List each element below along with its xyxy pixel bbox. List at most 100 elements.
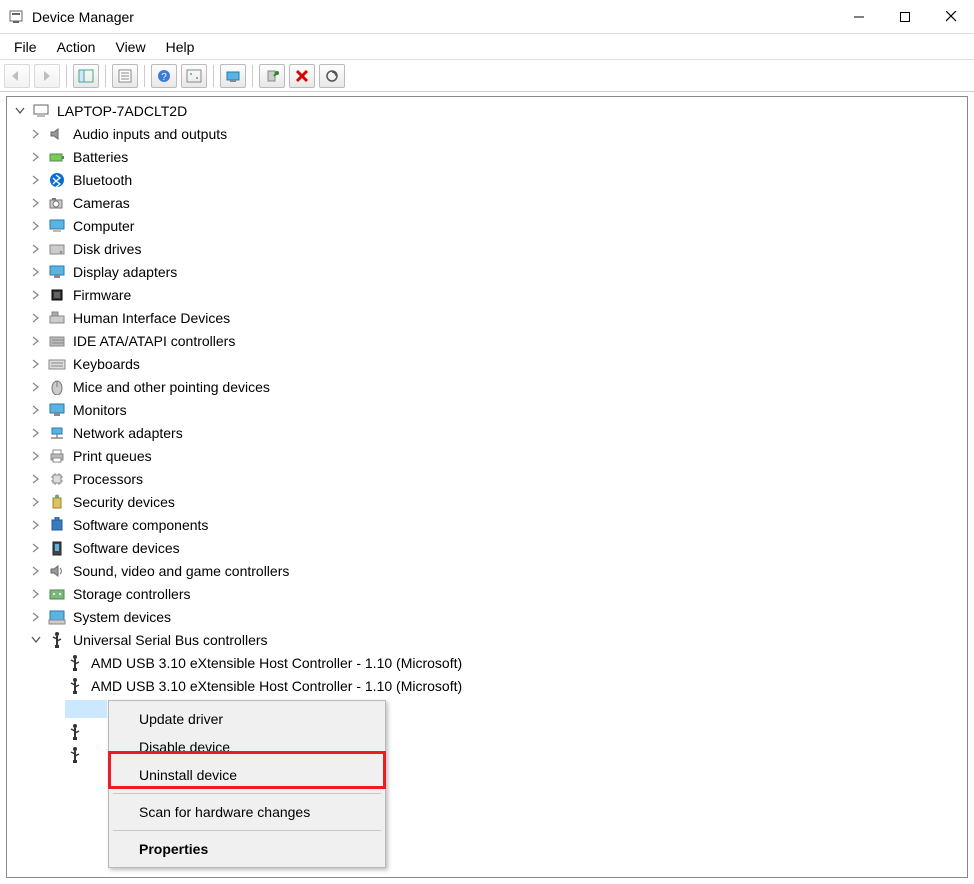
display-icon [47, 263, 67, 281]
expander-icon[interactable] [29, 219, 43, 233]
scan-hardware-button[interactable] [319, 64, 345, 88]
menubar: File Action View Help [0, 34, 974, 60]
tree-category[interactable]: Storage controllers [7, 582, 967, 605]
tree-category[interactable]: Cameras [7, 191, 967, 214]
tree-category[interactable]: IDE ATA/ATAPI controllers [7, 329, 967, 352]
expander-icon[interactable] [29, 311, 43, 325]
menu-view[interactable]: View [105, 37, 155, 57]
tree-root[interactable]: LAPTOP-7ADCLT2D [7, 99, 967, 122]
back-button[interactable] [4, 64, 30, 88]
expander-icon[interactable] [29, 242, 43, 256]
device-tree[interactable]: LAPTOP-7ADCLT2D Audio inputs and outputs… [7, 97, 967, 766]
tree-category-label: Bluetooth [73, 172, 132, 188]
tree-category[interactable]: Software components [7, 513, 967, 536]
expander-icon[interactable] [29, 518, 43, 532]
usb-icon [65, 723, 85, 741]
expander-icon[interactable] [29, 150, 43, 164]
expander-icon[interactable] [29, 288, 43, 302]
tree-category-label: System devices [73, 609, 171, 625]
tree-category[interactable]: Disk drives [7, 237, 967, 260]
expander-icon[interactable] [29, 357, 43, 371]
disk-icon [47, 240, 67, 258]
tree-device[interactable]: AMD USB 3.10 eXtensible Host Controller … [7, 674, 967, 697]
tree-category-label: Sound, video and game controllers [73, 563, 289, 579]
toolbar-divider [66, 65, 67, 87]
expander-icon[interactable] [29, 196, 43, 210]
toolbar-divider [144, 65, 145, 87]
tree-category[interactable]: Firmware [7, 283, 967, 306]
tree-category[interactable]: Display adapters [7, 260, 967, 283]
tree-device[interactable]: AMD USB 3.10 eXtensible Host Controller … [7, 651, 967, 674]
maximize-button[interactable] [882, 0, 928, 33]
ctx-properties[interactable]: Properties [111, 835, 383, 863]
firmware-icon [47, 286, 67, 304]
tree-category[interactable]: Security devices [7, 490, 967, 513]
expander-icon[interactable] [29, 541, 43, 555]
expander-icon[interactable] [29, 173, 43, 187]
minimize-button[interactable] [836, 0, 882, 33]
toolbar-divider [213, 65, 214, 87]
tree-category[interactable]: Network adapters [7, 421, 967, 444]
menu-action[interactable]: Action [47, 37, 106, 57]
tree-device-label: AMD USB 3.10 eXtensible Host Controller … [91, 655, 462, 671]
tree-category[interactable]: Sound, video and game controllers [7, 559, 967, 582]
properties-button[interactable] [112, 64, 138, 88]
tree-category[interactable]: Print queues [7, 444, 967, 467]
tree-category-usb[interactable]: Universal Serial Bus controllers [7, 628, 967, 651]
enable-device-button[interactable] [259, 64, 285, 88]
show-console-tree-button[interactable] [73, 64, 99, 88]
update-driver-button[interactable] [220, 64, 246, 88]
tree-category[interactable]: Mice and other pointing devices [7, 375, 967, 398]
tree-category[interactable]: Audio inputs and outputs [7, 122, 967, 145]
tree-category-label: Software devices [73, 540, 180, 556]
tree-category[interactable]: Computer [7, 214, 967, 237]
close-button[interactable] [928, 0, 974, 33]
menu-help[interactable]: Help [156, 37, 205, 57]
tree-category[interactable]: Batteries [7, 145, 967, 168]
ctx-uninstall-device[interactable]: Uninstall device [111, 761, 383, 789]
tree-category-label: Cameras [73, 195, 130, 211]
expander-icon[interactable] [29, 426, 43, 440]
tree-category[interactable]: Processors [7, 467, 967, 490]
tree-category[interactable]: Software devices [7, 536, 967, 559]
tree-category-label: Audio inputs and outputs [73, 126, 227, 142]
ctx-update-driver[interactable]: Update driver [111, 705, 383, 733]
ctx-disable-device[interactable]: Disable device [111, 733, 383, 761]
ctx-separator [113, 793, 381, 794]
tree-category-label: Security devices [73, 494, 175, 510]
storage-icon [47, 585, 67, 603]
expander-icon[interactable] [29, 127, 43, 141]
expander-icon[interactable] [29, 564, 43, 578]
toolbar: ? [0, 60, 974, 92]
expander-icon[interactable] [29, 449, 43, 463]
help-button[interactable]: ? [151, 64, 177, 88]
tree-category-label: Computer [73, 218, 134, 234]
expander-icon[interactable] [29, 495, 43, 509]
expander-icon[interactable] [29, 403, 43, 417]
system-icon [47, 608, 67, 626]
uninstall-device-button[interactable] [289, 64, 315, 88]
tree-category[interactable]: Monitors [7, 398, 967, 421]
tree-category[interactable]: Human Interface Devices [7, 306, 967, 329]
tree-category[interactable]: Bluetooth [7, 168, 967, 191]
expander-icon[interactable] [29, 610, 43, 624]
menu-file[interactable]: File [4, 37, 47, 57]
usb-icon [65, 677, 85, 695]
expander-icon[interactable] [29, 633, 43, 647]
tree-device-label: AMD USB 3.10 eXtensible Host Controller … [91, 678, 462, 694]
tree-category[interactable]: Keyboards [7, 352, 967, 375]
forward-button[interactable] [34, 64, 60, 88]
tree-category-label: Batteries [73, 149, 128, 165]
ctx-scan-hardware[interactable]: Scan for hardware changes [111, 798, 383, 826]
battery-icon [47, 148, 67, 166]
expander-icon[interactable] [13, 104, 27, 118]
tree-category[interactable]: System devices [7, 605, 967, 628]
expander-icon[interactable] [29, 587, 43, 601]
svg-text:?: ? [161, 72, 167, 83]
expander-icon[interactable] [29, 472, 43, 486]
expander-icon[interactable] [29, 334, 43, 348]
expander-icon[interactable] [29, 380, 43, 394]
tree-root-label: LAPTOP-7ADCLT2D [57, 103, 187, 119]
show-hidden-devices-button[interactable] [181, 64, 207, 88]
expander-icon[interactable] [29, 265, 43, 279]
